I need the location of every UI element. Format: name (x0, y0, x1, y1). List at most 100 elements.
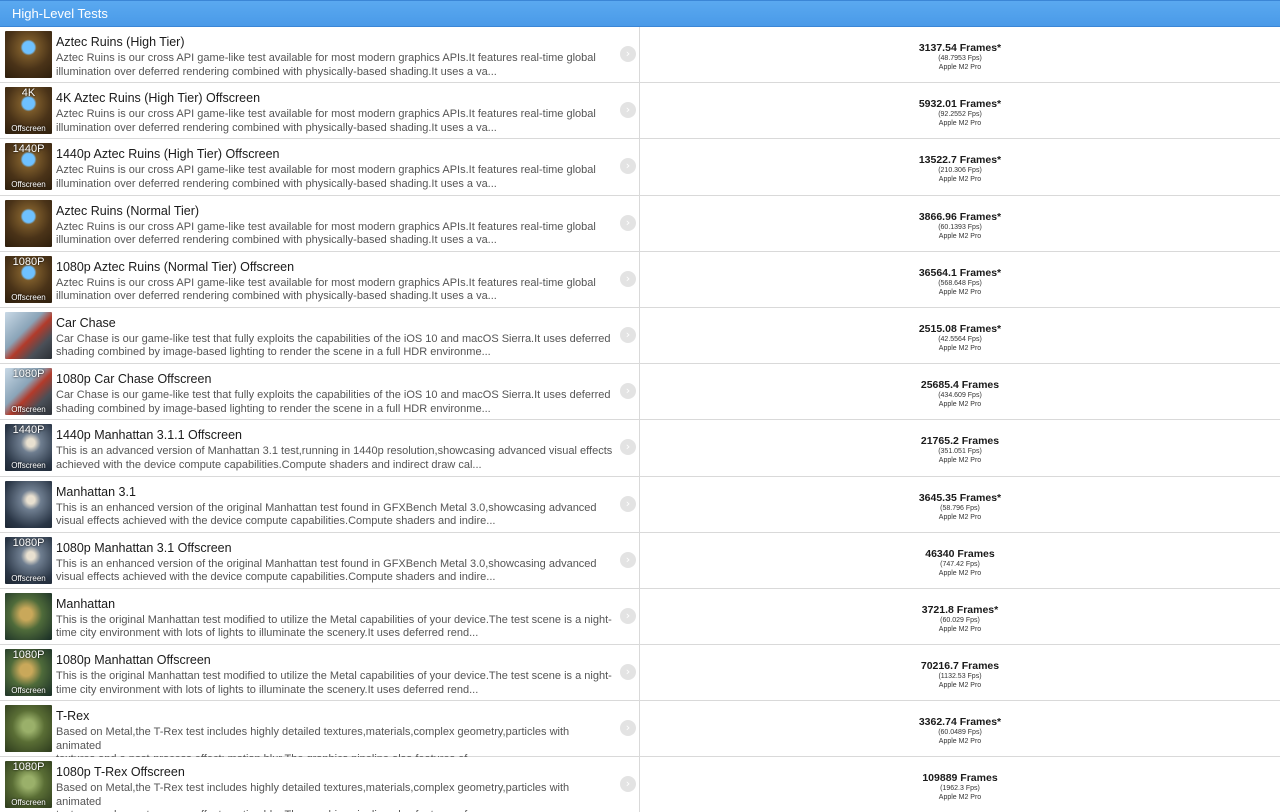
test-description: Aztec Ruins is our cross API game-like t… (56, 108, 616, 135)
test-score: 3137.54 Frames* (918, 42, 1002, 54)
section-title: High-Level Tests (12, 6, 108, 21)
test-info[interactable]: 1080P Offscreen 1080p Aztec Ruins (Norma… (0, 251, 640, 307)
test-description-line: visual effects achieved with the device … (56, 515, 496, 527)
test-title: 4K Aztec Ruins (High Tier) Offscreen (56, 91, 261, 106)
thumbnail-offscreen-label: Offscreen (11, 124, 46, 134)
test-description: This is the original Manhattan test modi… (56, 670, 616, 697)
test-title: Aztec Ruins (Normal Tier) (56, 203, 200, 218)
test-score: 3362.74 Frames* (918, 716, 1002, 729)
test-description-line: time city environment with lots of light… (56, 683, 479, 696)
test-device: Apple M2 Pro (938, 176, 982, 184)
test-title: 1080p Car Chase Offscreen (56, 372, 212, 387)
test-fps: (92.2552 Fps) (938, 111, 982, 119)
test-row[interactable]: 1080P Offscreen 1080p Manhattan 3.1 Offs… (0, 532, 1280, 589)
test-row[interactable]: Manhattan 3.1 This is an enhanced versio… (0, 476, 1280, 533)
chevron-right-icon[interactable]: › (620, 495, 636, 512)
test-info[interactable]: 1080P Offscreen 1080p Manhattan Offscree… (0, 645, 640, 701)
test-info[interactable]: 1080P Offscreen 1080p T-Rex Offscreen Ba… (0, 757, 640, 812)
thumbnail-resolution-label: 4K (21, 87, 36, 100)
test-row[interactable]: 1440P Offscreen 1440p Aztec Ruins (High … (0, 139, 1280, 196)
test-result: 21765.2 Frames (351.051 Fps) Apple M2 Pr… (640, 420, 1280, 475)
test-info[interactable]: Car Chase Car Chase is our game-like tes… (0, 307, 640, 364)
test-description: Aztec Ruins is our cross API game-like t… (56, 164, 616, 191)
test-row[interactable]: T-Rex Based on Metal,the T-Rex test incl… (0, 701, 1280, 765)
test-title: 1440p Manhattan 3.1.1 Offscreen (56, 428, 243, 443)
test-fps: (434.609 Fps) (938, 392, 982, 400)
thumbnail-resolution-label: 1080P (12, 761, 45, 774)
chevron-right-icon[interactable]: › (620, 383, 636, 400)
test-description-line: shading combined by image-based lighting… (56, 402, 491, 415)
test-row[interactable]: Car Chase Car Chase is our game-like tes… (0, 307, 1280, 365)
thumbnail-resolution-label: 1080P (12, 649, 45, 662)
test-result: 3362.74 Frames* (60.0489 Fps) Apple M2 P… (640, 701, 1280, 756)
test-description: Car Chase is our game-like test that ful… (56, 333, 616, 360)
test-score: 2515.08 Frames* (918, 322, 1002, 335)
thumbnail-offscreen-label: Offscreen (11, 292, 46, 302)
test-info[interactable]: 4K Offscreen 4K Aztec Ruins (High Tier) … (0, 83, 640, 139)
chevron-right-icon[interactable]: › (620, 270, 636, 287)
test-info[interactable]: Aztec Ruins (Normal Tier) Aztec Ruins is… (0, 195, 640, 251)
thumbnail-offscreen-label: Offscreen (11, 461, 46, 471)
test-device: Apple M2 Pro (938, 513, 982, 521)
test-row[interactable]: 1440P Offscreen 1440p Manhattan 3.1.1 Of… (0, 420, 1280, 477)
test-description-line: illumination over deferred rendering com… (56, 177, 497, 190)
test-description: This is an enhanced version of the origi… (56, 558, 616, 585)
test-description: This is an advanced version of Manhattan… (56, 445, 616, 472)
test-description: Based on Metal,the T-Rex test includes h… (56, 782, 616, 812)
chevron-right-icon[interactable]: › (620, 439, 636, 456)
test-thumbnail: 1080P Offscreen (5, 649, 52, 697)
test-result: 13522.7 Frames* (210.306 Fps) Apple M2 P… (640, 139, 1280, 194)
test-info[interactable]: 1440P Offscreen 1440p Aztec Ruins (High … (0, 139, 640, 195)
test-row[interactable]: 1080P Offscreen 1080p Car Chase Offscree… (0, 364, 1280, 421)
chevron-right-icon[interactable]: › (620, 102, 636, 119)
chevron-right-icon[interactable]: › (620, 720, 636, 737)
test-info[interactable]: Aztec Ruins (High Tier) Aztec Ruins is o… (0, 27, 640, 83)
test-description-line: illumination over deferred rendering com… (56, 65, 497, 78)
chevron-right-icon[interactable]: › (620, 551, 636, 568)
test-info[interactable]: 1080P Offscreen 1080p Car Chase Offscree… (0, 364, 640, 420)
test-row[interactable]: 4K Offscreen 4K Aztec Ruins (High Tier) … (0, 83, 1280, 140)
test-row[interactable]: Aztec Ruins (High Tier) Aztec Ruins is o… (0, 27, 1280, 84)
test-device: Apple M2 Pro (938, 625, 982, 633)
thumbnail-resolution-label: 1080P (12, 255, 45, 268)
chevron-right-icon[interactable]: › (620, 158, 636, 175)
test-description: This is the original Manhattan test modi… (56, 614, 616, 641)
test-device: Apple M2 Pro (938, 232, 982, 240)
chevron-right-icon[interactable]: › (620, 776, 636, 793)
thumbnail-offscreen-label: Offscreen (11, 686, 46, 696)
chevron-right-icon[interactable]: › (620, 664, 636, 681)
test-list: Aztec Ruins (High Tier) Aztec Ruins is o… (0, 27, 1280, 812)
test-info[interactable]: Manhattan This is the original Manhattan… (0, 588, 640, 645)
test-description-line: shading combined by image-based lighting… (56, 346, 491, 359)
chevron-right-icon[interactable]: › (620, 607, 636, 624)
thumbnail-resolution-label: 1440P (12, 424, 45, 437)
chevron-right-icon[interactable]: › (620, 214, 636, 231)
test-row[interactable]: Aztec Ruins (Normal Tier) Aztec Ruins is… (0, 195, 1280, 252)
test-thumbnail: 1440P Offscreen (5, 143, 52, 191)
test-device: Apple M2 Pro (938, 457, 982, 465)
test-result: 36564.1 Frames* (568.648 Fps) Apple M2 P… (640, 252, 1280, 307)
test-fps: (210.306 Fps) (938, 167, 982, 175)
thumbnail-resolution-label: 1440P (12, 143, 45, 156)
test-info[interactable]: Manhattan 3.1 This is an enhanced versio… (0, 476, 640, 532)
test-info[interactable]: 1080P Offscreen 1080p Manhattan 3.1 Offs… (0, 532, 640, 588)
test-row[interactable]: 1080P Offscreen 1080p Aztec Ruins (Norma… (0, 251, 1280, 308)
chevron-right-icon[interactable]: › (620, 326, 636, 343)
test-description: This is an enhanced version of the origi… (56, 502, 616, 529)
test-score: 3645.35 Frames* (918, 491, 1002, 504)
test-thumbnail (5, 31, 52, 78)
test-row[interactable]: 1080P Offscreen 1080p Manhattan Offscree… (0, 645, 1280, 702)
test-row[interactable]: 1080P Offscreen 1080p T-Rex Offscreen Ba… (0, 757, 1280, 812)
test-row[interactable]: Manhattan This is the original Manhattan… (0, 588, 1280, 646)
thumbnail-resolution-label: 1080P (12, 368, 45, 381)
test-fps: (42.5564 Fps) (938, 335, 982, 343)
test-info[interactable]: T-Rex Based on Metal,the T-Rex test incl… (0, 701, 640, 765)
test-description-line: This is an enhanced version of the origi… (56, 501, 597, 514)
test-score: 3721.8 Frames* (921, 603, 999, 616)
test-fps: (568.648 Fps) (938, 279, 982, 287)
test-description: Car Chase is our game-like test that ful… (56, 389, 616, 416)
chevron-right-icon[interactable]: › (620, 46, 636, 62)
test-info[interactable]: 1440P Offscreen 1440p Manhattan 3.1.1 Of… (0, 420, 640, 476)
test-score: 21765.2 Frames (920, 435, 1000, 448)
test-description-line: This is the original Manhattan test modi… (56, 613, 612, 626)
